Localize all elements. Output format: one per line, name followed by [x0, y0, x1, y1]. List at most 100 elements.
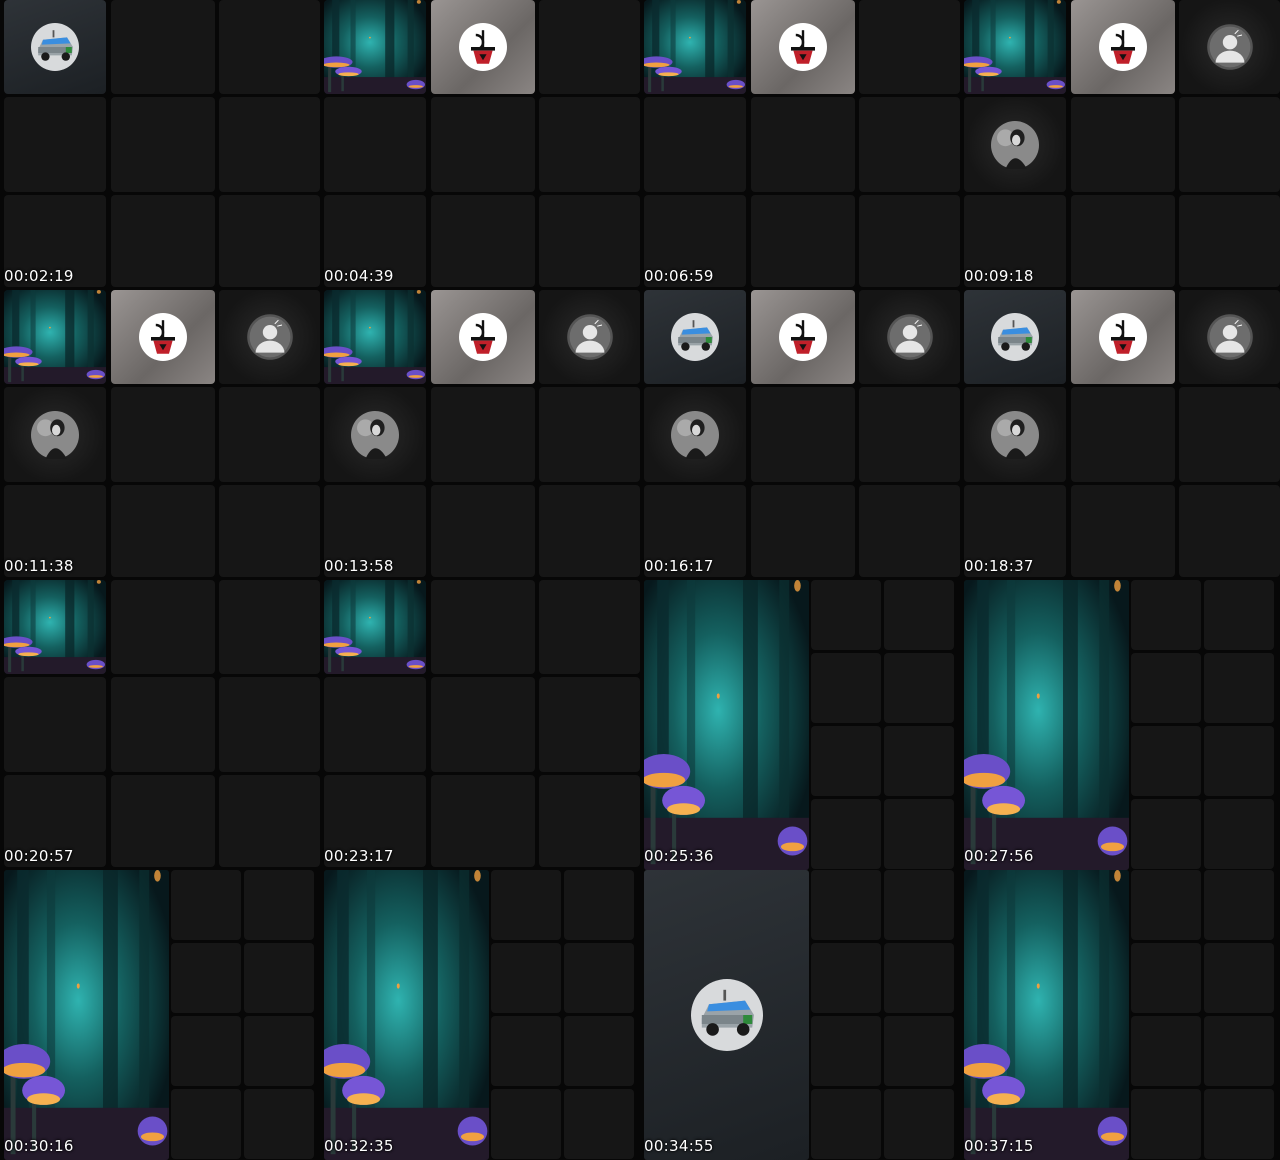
participant-tile-empty[interactable] [171, 1016, 241, 1086]
participant-tile-empty[interactable] [1131, 1089, 1201, 1159]
participant-tile-empty[interactable] [1204, 580, 1274, 650]
spotlight-tile-forest[interactable] [964, 870, 1129, 1160]
participant-tile-empty[interactable] [1179, 195, 1280, 287]
participant-tile-empty[interactable] [111, 387, 215, 482]
participant-tile-forest[interactable] [324, 580, 426, 674]
participant-tile-woman[interactable] [324, 387, 426, 482]
participant-tile-empty[interactable] [1071, 485, 1175, 577]
participant-tile-empty[interactable] [431, 97, 535, 192]
participant-tile-empty[interactable] [244, 943, 314, 1013]
participant-tile-empty[interactable] [539, 580, 640, 674]
participant-tile-empty[interactable] [1204, 799, 1274, 869]
participant-tile-empty[interactable] [751, 97, 855, 192]
participant-tile-empty[interactable] [1131, 653, 1201, 723]
participant-tile-empty[interactable] [811, 870, 881, 940]
participant-tile-empty[interactable] [1131, 870, 1201, 940]
participant-tile-empty[interactable] [431, 195, 535, 287]
participant-tile-empty[interactable] [1179, 97, 1280, 192]
participant-tile-empty[interactable] [539, 0, 640, 94]
participant-tile-empty[interactable] [1204, 726, 1274, 796]
participant-tile-empty[interactable] [431, 485, 535, 577]
participant-tile-empty[interactable] [811, 653, 881, 723]
participant-tile-empty[interactable] [4, 677, 106, 772]
participant-tile-empty[interactable] [111, 775, 215, 867]
participant-tile-empty[interactable] [1204, 870, 1274, 940]
participant-tile-empty[interactable] [324, 677, 426, 772]
participant-tile-empty[interactable] [1071, 195, 1175, 287]
participant-tile-empty[interactable] [884, 870, 954, 940]
participant-tile-empty[interactable] [171, 870, 241, 940]
participant-tile-logo[interactable] [431, 0, 535, 94]
participant-tile-empty[interactable] [1131, 726, 1201, 796]
participant-tile-empty[interactable] [491, 1089, 561, 1159]
participant-tile-empty[interactable] [219, 580, 320, 674]
participant-tile-logo[interactable] [1071, 0, 1175, 94]
participant-tile-empty[interactable] [219, 387, 320, 482]
participant-tile-empty[interactable] [539, 485, 640, 577]
participant-tile-empty[interactable] [491, 1016, 561, 1086]
participant-tile-empty[interactable] [244, 1016, 314, 1086]
participant-tile-forest[interactable] [4, 580, 106, 674]
participant-tile-empty[interactable] [491, 943, 561, 1013]
participant-tile-forest[interactable] [4, 290, 106, 384]
participant-tile-empty[interactable] [111, 677, 215, 772]
participant-tile-tesla[interactable] [964, 290, 1066, 384]
participant-tile-empty[interactable] [1204, 653, 1274, 723]
participant-tile-empty[interactable] [431, 677, 535, 772]
participant-tile-empty[interactable] [1131, 799, 1201, 869]
participant-tile-empty[interactable] [324, 97, 426, 192]
participant-tile-empty[interactable] [859, 97, 960, 192]
participant-tile-empty[interactable] [219, 195, 320, 287]
participant-tile-empty[interactable] [1071, 97, 1175, 192]
participant-tile-user[interactable] [859, 290, 960, 384]
spotlight-tile-tesla[interactable] [644, 870, 809, 1160]
participant-tile-forest[interactable] [644, 0, 746, 94]
participant-tile-empty[interactable] [219, 97, 320, 192]
participant-tile-empty[interactable] [1131, 580, 1201, 650]
participant-tile-empty[interactable] [751, 485, 855, 577]
participant-tile-empty[interactable] [884, 1016, 954, 1086]
participant-tile-empty[interactable] [539, 97, 640, 192]
participant-tile-empty[interactable] [1204, 1089, 1274, 1159]
participant-tile-logo[interactable] [751, 290, 855, 384]
participant-tile-empty[interactable] [539, 387, 640, 482]
participant-tile-woman[interactable] [644, 387, 746, 482]
participant-tile-empty[interactable] [1204, 943, 1274, 1013]
participant-tile-empty[interactable] [1071, 387, 1175, 482]
participant-tile-user[interactable] [219, 290, 320, 384]
participant-tile-empty[interactable] [539, 775, 640, 867]
participant-tile-empty[interactable] [751, 195, 855, 287]
participant-tile-empty[interactable] [811, 726, 881, 796]
participant-tile-empty[interactable] [171, 943, 241, 1013]
participant-tile-logo[interactable] [111, 290, 215, 384]
participant-tile-empty[interactable] [859, 485, 960, 577]
participant-tile-empty[interactable] [884, 653, 954, 723]
participant-tile-empty[interactable] [1179, 485, 1280, 577]
participant-tile-user[interactable] [1179, 0, 1280, 94]
participant-tile-empty[interactable] [219, 775, 320, 867]
participant-tile-empty[interactable] [884, 799, 954, 869]
participant-tile-empty[interactable] [811, 943, 881, 1013]
participant-tile-empty[interactable] [811, 1016, 881, 1086]
participant-tile-empty[interactable] [1131, 1016, 1201, 1086]
participant-tile-woman[interactable] [964, 387, 1066, 482]
participant-tile-empty[interactable] [219, 0, 320, 94]
participant-tile-empty[interactable] [111, 195, 215, 287]
participant-tile-empty[interactable] [244, 1089, 314, 1159]
participant-tile-empty[interactable] [859, 195, 960, 287]
participant-tile-empty[interactable] [859, 387, 960, 482]
spotlight-tile-forest[interactable] [4, 870, 169, 1160]
participant-tile-logo[interactable] [751, 0, 855, 94]
participant-tile-empty[interactable] [244, 870, 314, 940]
participant-tile-empty[interactable] [564, 1016, 634, 1086]
participant-tile-tesla[interactable] [4, 0, 106, 94]
participant-tile-empty[interactable] [884, 726, 954, 796]
participant-tile-empty[interactable] [644, 97, 746, 192]
spotlight-tile-forest[interactable] [644, 580, 809, 870]
participant-tile-empty[interactable] [219, 677, 320, 772]
participant-tile-forest[interactable] [324, 290, 426, 384]
participant-tile-empty[interactable] [751, 387, 855, 482]
participant-tile-empty[interactable] [1179, 387, 1280, 482]
participant-tile-empty[interactable] [564, 943, 634, 1013]
participant-tile-forest[interactable] [964, 0, 1066, 94]
